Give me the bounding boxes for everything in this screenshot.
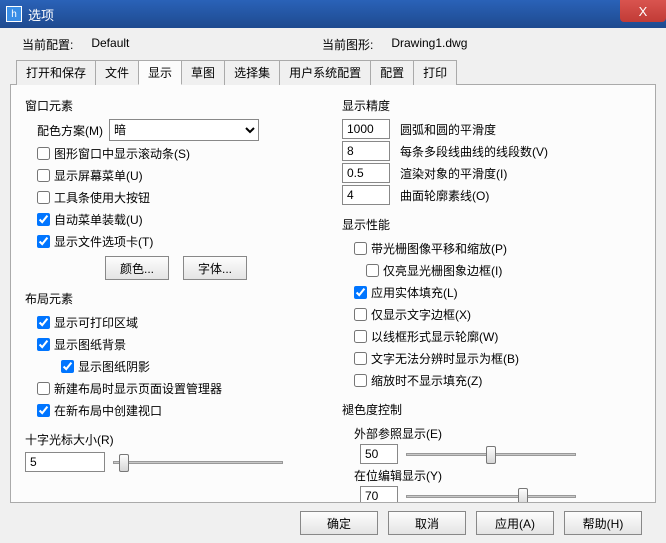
text-frame-checkbox[interactable] xyxy=(354,308,367,321)
scrollbar-label[interactable]: 图形窗口中显示滚动条(S) xyxy=(54,145,190,162)
config-row: 当前配置: Default 当前图形: Drawing1.dwg xyxy=(10,34,656,59)
inplace-fade-input[interactable] xyxy=(360,486,398,503)
viewport-checkbox[interactable] xyxy=(37,404,50,417)
fonts-button[interactable]: 字体... xyxy=(183,256,247,280)
inplace-fade-slider[interactable] xyxy=(406,486,576,503)
solid-fill-checkbox[interactable] xyxy=(354,286,367,299)
tab-0[interactable]: 打开和保存 xyxy=(16,60,96,85)
tab-6[interactable]: 配置 xyxy=(370,60,414,85)
surface-input[interactable] xyxy=(342,185,390,205)
crosshair-slider[interactable] xyxy=(113,452,283,472)
group-precision: 显示精度 圆弧和圆的平滑度 每条多段线曲线的线段数(V) 渲染对象的平滑度(I) xyxy=(342,97,641,206)
crosshair-input[interactable] xyxy=(25,452,105,472)
solid-fill-label[interactable]: 应用实体填充(L) xyxy=(371,284,458,301)
xref-fade-input[interactable] xyxy=(360,444,398,464)
window-title: 选项 xyxy=(28,5,54,24)
content-area: 当前配置: Default 当前图形: Drawing1.dwg 打开和保存文件… xyxy=(0,28,666,543)
current-drawing-value: Drawing1.dwg xyxy=(391,36,467,53)
text-box-checkbox[interactable] xyxy=(354,352,367,365)
polyline-label: 每条多段线曲线的线段数(V) xyxy=(400,143,548,160)
group-title-precision: 显示精度 xyxy=(342,97,641,114)
highlight-label[interactable]: 仅亮显光栅图象边框(I) xyxy=(383,262,502,279)
big-buttons-checkbox[interactable] xyxy=(37,191,50,204)
text-box-label[interactable]: 文字无法分辨时显示为框(B) xyxy=(371,350,519,367)
auto-menu-checkbox[interactable] xyxy=(37,213,50,226)
page-setup-label[interactable]: 新建布局时显示页面设置管理器 xyxy=(54,380,222,397)
file-tabs-label[interactable]: 显示文件选项卡(T) xyxy=(54,233,153,250)
group-title-fade: 褪色度控制 xyxy=(342,401,641,418)
tab-2[interactable]: 显示 xyxy=(138,60,182,85)
group-title-layout-elements: 布局元素 xyxy=(25,290,324,307)
arc-label: 圆弧和圆的平滑度 xyxy=(400,121,496,138)
group-performance: 显示性能 带光栅图像平移和缩放(P) 仅亮显光栅图象边框(I) 应用实体填充(L… xyxy=(342,216,641,391)
app-icon: h xyxy=(6,6,22,22)
wire-frame-label[interactable]: 以线框形式显示轮廓(W) xyxy=(371,328,498,345)
crosshair-title: 十字光标大小(R) xyxy=(25,431,324,448)
screen-menu-checkbox[interactable] xyxy=(37,169,50,182)
paper-shadow-checkbox[interactable] xyxy=(61,360,74,373)
color-scheme-label: 配色方案(M) xyxy=(37,122,103,139)
left-column: 窗口元素 配色方案(M) 暗 图形窗口中显示滚动条(S) 显 xyxy=(25,95,324,492)
big-buttons-label[interactable]: 工具条使用大按钮 xyxy=(54,189,150,206)
tab-3[interactable]: 草图 xyxy=(181,60,225,85)
paper-bg-checkbox[interactable] xyxy=(37,338,50,351)
printable-checkbox[interactable] xyxy=(37,316,50,329)
current-drawing-label: 当前图形: xyxy=(322,36,373,53)
group-title-performance: 显示性能 xyxy=(342,216,641,233)
tab-1[interactable]: 文件 xyxy=(95,60,139,85)
raster-label[interactable]: 带光栅图像平移和缩放(P) xyxy=(371,240,507,257)
paper-shadow-label[interactable]: 显示图纸阴影 xyxy=(78,358,150,375)
file-tabs-checkbox[interactable] xyxy=(37,235,50,248)
zoom-fill-label[interactable]: 缩放时不显示填充(Z) xyxy=(371,372,482,389)
page-setup-checkbox[interactable] xyxy=(37,382,50,395)
zoom-fill-checkbox[interactable] xyxy=(354,374,367,387)
group-window-elements: 窗口元素 配色方案(M) 暗 图形窗口中显示滚动条(S) 显 xyxy=(25,97,324,280)
options-window: h 选项 X 当前配置: Default 当前图形: Drawing1.dwg … xyxy=(0,0,666,543)
render-input[interactable] xyxy=(342,163,390,183)
current-config-value: Default xyxy=(91,36,129,53)
xref-fade-slider[interactable] xyxy=(406,444,576,464)
current-config-label: 当前配置: xyxy=(22,36,73,53)
tab-panel-display: 窗口元素 配色方案(M) 暗 图形窗口中显示滚动条(S) 显 xyxy=(10,84,656,503)
tab-4[interactable]: 选择集 xyxy=(224,60,280,85)
close-icon: X xyxy=(639,4,648,19)
wire-frame-checkbox[interactable] xyxy=(354,330,367,343)
right-column: 显示精度 圆弧和圆的平滑度 每条多段线曲线的线段数(V) 渲染对象的平滑度(I) xyxy=(342,95,641,492)
ok-button[interactable]: 确定 xyxy=(300,511,378,535)
xref-fade-label: 外部参照显示(E) xyxy=(354,425,442,442)
tab-7[interactable]: 打印 xyxy=(413,60,457,85)
viewport-label[interactable]: 在新布局中创建视口 xyxy=(54,402,162,419)
raster-checkbox[interactable] xyxy=(354,242,367,255)
tab-strip: 打开和保存文件显示草图选择集用户系统配置配置打印 xyxy=(16,60,656,85)
inplace-fade-label: 在位编辑显示(Y) xyxy=(354,467,442,484)
printable-label[interactable]: 显示可打印区域 xyxy=(54,314,138,331)
close-button[interactable]: X xyxy=(620,0,666,22)
apply-button[interactable]: 应用(A) xyxy=(476,511,554,535)
screen-menu-label[interactable]: 显示屏幕菜单(U) xyxy=(54,167,143,184)
polyline-input[interactable] xyxy=(342,141,390,161)
group-crosshair: 十字光标大小(R) xyxy=(25,431,324,472)
paper-bg-label[interactable]: 显示图纸背景 xyxy=(54,336,126,353)
group-title-window-elements: 窗口元素 xyxy=(25,97,324,114)
scrollbar-checkbox[interactable] xyxy=(37,147,50,160)
arc-input[interactable] xyxy=(342,119,390,139)
group-layout-elements: 布局元素 显示可打印区域 显示图纸背景 显示图纸阴影 xyxy=(25,290,324,421)
highlight-checkbox[interactable] xyxy=(366,264,379,277)
titlebar: h 选项 X xyxy=(0,0,666,28)
text-frame-label[interactable]: 仅显示文字边框(X) xyxy=(371,306,471,323)
colors-button[interactable]: 颜色... xyxy=(105,256,169,280)
cancel-button[interactable]: 取消 xyxy=(388,511,466,535)
tab-5[interactable]: 用户系统配置 xyxy=(279,60,371,85)
auto-menu-label[interactable]: 自动菜单装载(U) xyxy=(54,211,143,228)
render-label: 渲染对象的平滑度(I) xyxy=(400,165,507,182)
surface-label: 曲面轮廓素线(O) xyxy=(400,187,489,204)
dialog-footer: 确定 取消 应用(A) 帮助(H) xyxy=(10,503,656,535)
color-scheme-select[interactable]: 暗 xyxy=(109,119,259,141)
help-button[interactable]: 帮助(H) xyxy=(564,511,642,535)
group-fade: 褪色度控制 外部参照显示(E) 在位编辑显示(Y) xyxy=(342,401,641,503)
